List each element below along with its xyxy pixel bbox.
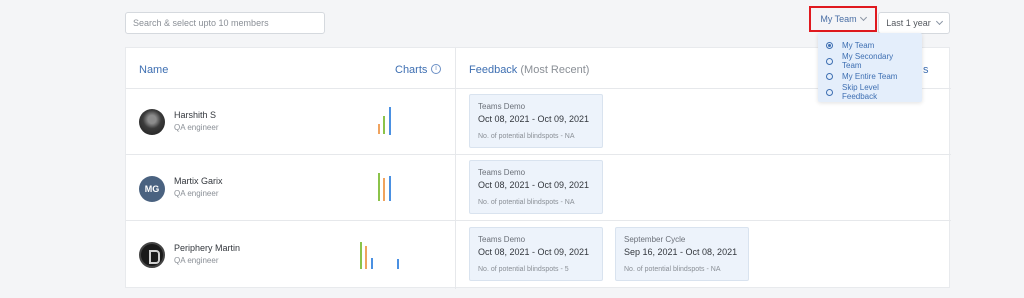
header-feedback-note: (Most Recent) bbox=[520, 64, 590, 76]
search-input[interactable]: Search & select upto 10 members bbox=[125, 12, 325, 34]
feedback-date-range: Oct 08, 2021 - Oct 09, 2021 bbox=[478, 114, 590, 124]
feedback-date-range: Sep 16, 2021 - Oct 08, 2021 bbox=[624, 247, 738, 257]
header-charts: Charts bbox=[395, 64, 428, 76]
feedback-blindspots: No. of potential blindspots - 5 bbox=[478, 266, 569, 273]
header-feedback: Feedback (Most Recent) bbox=[469, 64, 589, 76]
period-filter-label: Last 1 year bbox=[886, 18, 931, 28]
feedback-blindspots: No. of potential blindspots - NA bbox=[478, 199, 575, 206]
chart-bar bbox=[360, 242, 362, 269]
dropdown-option-my-entire-team[interactable]: My Entire Team bbox=[826, 69, 914, 85]
header-clipped-text: s bbox=[923, 64, 929, 76]
member-name[interactable]: Periphery Martin bbox=[174, 243, 240, 253]
feedback-card[interactable]: Teams Demo Oct 08, 2021 - Oct 09, 2021 N… bbox=[469, 160, 603, 214]
header-name[interactable]: Name bbox=[139, 64, 168, 76]
radio-unselected-icon bbox=[826, 73, 833, 81]
chart-bar bbox=[378, 173, 380, 201]
team-filter-dropdown[interactable]: My Team bbox=[809, 6, 877, 32]
chevron-down-icon bbox=[859, 13, 867, 22]
chart-bar bbox=[389, 176, 391, 201]
dropdown-option-label: My Entire Team bbox=[842, 72, 898, 82]
chart-bar bbox=[365, 246, 367, 269]
dropdown-option-my-secondary-team[interactable]: My Secondary Team bbox=[826, 52, 914, 71]
chart-bar bbox=[383, 178, 385, 201]
feedback-cycle-name: Teams Demo bbox=[478, 168, 526, 177]
dropdown-option-label: My Team bbox=[842, 41, 875, 51]
info-icon[interactable]: i bbox=[431, 64, 441, 74]
feedback-card[interactable]: Teams Demo Oct 08, 2021 - Oct 09, 2021 N… bbox=[469, 94, 603, 148]
chart-bar bbox=[371, 258, 373, 269]
column-divider bbox=[455, 48, 456, 289]
feedback-blindspots: No. of potential blindspots - NA bbox=[478, 133, 575, 140]
feedback-blindspots: No. of potential blindspots - NA bbox=[624, 266, 721, 273]
chart-bar bbox=[378, 124, 380, 134]
member-role: QA engineer bbox=[174, 123, 219, 132]
feedback-cycle-name: Teams Demo bbox=[478, 102, 526, 111]
member-name[interactable]: Harshith S bbox=[174, 110, 216, 120]
dropdown-option-label: Skip Level Feedback bbox=[842, 83, 879, 102]
member-name[interactable]: Martix Garix bbox=[174, 176, 223, 186]
feedback-card[interactable]: Teams Demo Oct 08, 2021 - Oct 09, 2021 N… bbox=[469, 227, 603, 281]
feedback-card[interactable]: September Cycle Sep 16, 2021 - Oct 08, 2… bbox=[615, 227, 749, 281]
period-filter-dropdown[interactable]: Last 1 year bbox=[878, 12, 950, 34]
row-divider bbox=[126, 154, 951, 155]
avatar bbox=[139, 109, 165, 135]
radio-unselected-icon bbox=[826, 57, 833, 65]
chart-bar bbox=[383, 116, 385, 134]
header-feedback-label: Feedback bbox=[469, 64, 518, 76]
avatar bbox=[139, 242, 165, 268]
member-role: QA engineer bbox=[174, 256, 219, 265]
feedback-date-range: Oct 08, 2021 - Oct 09, 2021 bbox=[478, 180, 590, 190]
dropdown-option-my-team[interactable]: My Team bbox=[826, 38, 914, 54]
radio-unselected-icon bbox=[826, 88, 833, 96]
feedback-cycle-name: Teams Demo bbox=[478, 235, 526, 244]
dropdown-option-label: My Secondary Team bbox=[842, 52, 894, 71]
chevron-down-icon bbox=[935, 17, 943, 26]
chart-bar bbox=[389, 107, 391, 135]
member-role: QA engineer bbox=[174, 189, 219, 198]
radio-selected-icon bbox=[826, 42, 833, 50]
chart-bar bbox=[397, 259, 399, 269]
dropdown-option-skip-level-feedback[interactable]: Skip Level Feedback bbox=[826, 83, 914, 102]
feedback-date-range: Oct 08, 2021 - Oct 09, 2021 bbox=[478, 247, 590, 257]
row-divider bbox=[126, 220, 951, 221]
avatar: MG bbox=[139, 176, 165, 202]
team-filter-label: My Team bbox=[820, 14, 857, 24]
team-dropdown-menu: My Team My Secondary Team My Entire Team… bbox=[818, 33, 922, 102]
feedback-cycle-name: September Cycle bbox=[624, 235, 686, 244]
